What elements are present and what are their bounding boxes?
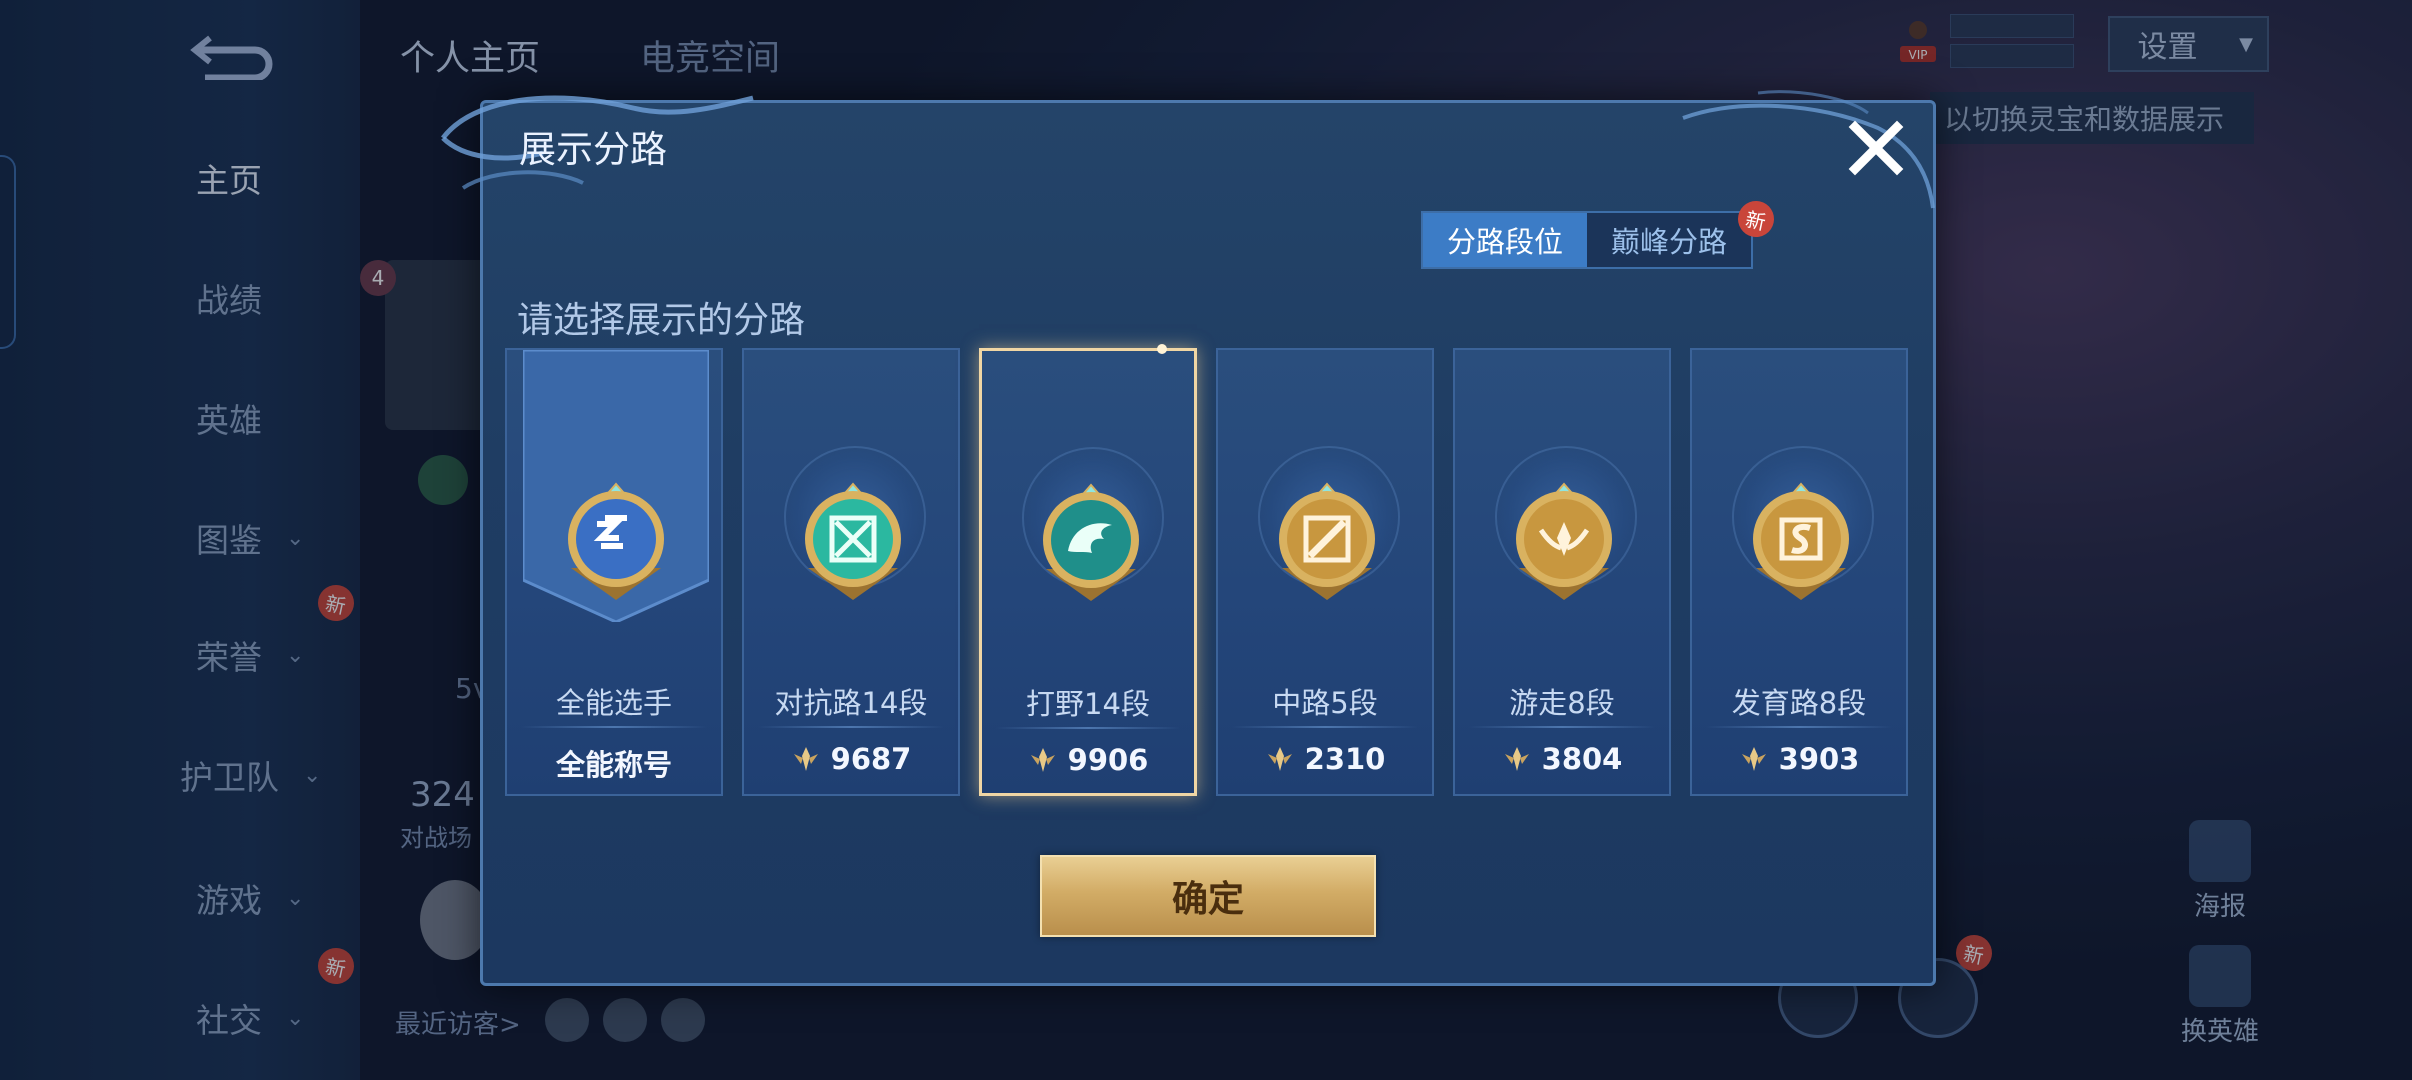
lane-display-dialog: 展示分路 分路段位 巅峰分路 新 请选择展示的分路 全能选手 全能称号 对抗路14段… [441, 90, 1936, 986]
jungle-emblem-icon [1032, 481, 1150, 605]
lane-points-icon [1741, 747, 1766, 771]
lane-title: 游走8段 [1509, 686, 1615, 720]
lane-type-toggle: 分路段位 巅峰分路 [1421, 211, 1754, 269]
farm-lane-emblem-icon [1742, 480, 1860, 604]
lane-value: 3804 [1455, 742, 1669, 776]
lane-value-text: 全能称号 [555, 748, 672, 782]
lane-title: 发育路8段 [1731, 686, 1867, 720]
lane-points-icon [793, 747, 818, 771]
lane-card[interactable]: 打野14段 9906 [979, 344, 1197, 796]
lane-value: 9687 [744, 742, 958, 776]
lane-card[interactable]: 发育路8段 3903 [1690, 348, 1908, 796]
lane-title: 全能选手 [555, 686, 672, 720]
lane-points-icon [1030, 748, 1055, 772]
close-icon[interactable] [1841, 113, 1911, 183]
divider [1706, 726, 1892, 728]
lane-value-text: 9906 [1067, 743, 1149, 777]
roam-emblem-icon [1505, 480, 1623, 604]
tab-peak-lane[interactable]: 巅峰分路 [1587, 213, 1752, 267]
lane-value: 2310 [1218, 742, 1432, 776]
all-round-emblem-icon [557, 480, 675, 604]
lane-value-text: 9687 [830, 742, 912, 776]
lane-value-text: 2310 [1304, 742, 1386, 776]
divider [1232, 726, 1418, 728]
divider [758, 726, 944, 728]
lane-value: 9906 [982, 743, 1194, 777]
mid-lane-emblem-icon [1268, 480, 1386, 604]
lane-title: 打野14段 [1026, 687, 1150, 721]
lane-title: 对抗路14段 [774, 686, 928, 720]
confirm-button[interactable]: 确定 [1040, 855, 1376, 937]
lane-value-text: 3903 [1778, 742, 1860, 776]
lane-title: 中路5段 [1272, 686, 1378, 720]
clash-lane-emblem-icon [794, 480, 912, 604]
lane-value: 全能称号 [507, 742, 721, 784]
lane-card[interactable]: 对抗路14段 9687 [742, 348, 960, 796]
lane-points-icon [1267, 747, 1292, 771]
lane-card[interactable]: 全能选手 全能称号 [505, 348, 723, 796]
lane-points-icon [1504, 747, 1529, 771]
lane-value: 3903 [1692, 742, 1906, 776]
select-lane-prompt: 请选择展示的分路 [517, 300, 806, 341]
divider [521, 726, 707, 728]
dialog-title: 展示分路 [519, 128, 667, 171]
tab-lane-rank[interactable]: 分路段位 [1423, 213, 1588, 267]
lane-card[interactable]: 游走8段 3804 [1453, 348, 1671, 796]
lane-card[interactable]: 中路5段 2310 [1216, 348, 1434, 796]
divider [996, 727, 1180, 729]
divider [1469, 726, 1655, 728]
lane-value-text: 3804 [1541, 742, 1623, 776]
